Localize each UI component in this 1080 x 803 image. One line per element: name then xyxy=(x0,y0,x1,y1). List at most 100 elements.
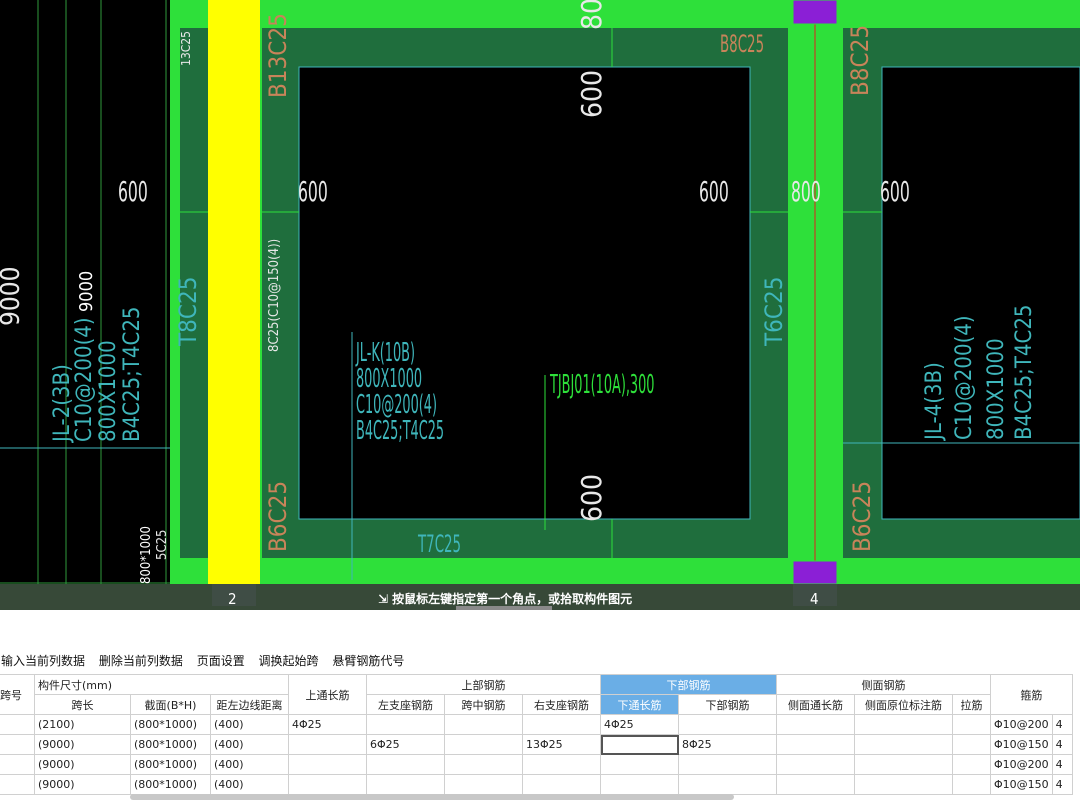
cell-bottom[interactable] xyxy=(678,754,777,775)
cell-top-through[interactable] xyxy=(288,734,367,755)
table-row[interactable]: (2100) (800*1000) (400) 4Φ25 4Φ25 Φ10@20… xyxy=(0,714,1073,735)
cell-span-length[interactable]: (9000) xyxy=(34,754,131,775)
cell-tie[interactable] xyxy=(952,734,991,755)
cell-side-in-situ[interactable] xyxy=(854,754,953,775)
cell-left-support[interactable] xyxy=(366,714,445,735)
cell-side-through[interactable] xyxy=(776,754,855,775)
label-stirrup-8c25: 8C25(C10@150(4)) xyxy=(267,238,282,352)
cell-left-distance[interactable]: (400) xyxy=(210,734,289,755)
header-span-length: 跨长 xyxy=(34,694,131,715)
cell-span-no[interactable] xyxy=(0,754,35,775)
cell-right-support[interactable] xyxy=(522,754,601,775)
cell-span-length[interactable]: (9000) xyxy=(34,774,131,795)
cell-side-in-situ[interactable] xyxy=(854,714,953,735)
cell-stirrup-legs[interactable]: 4 xyxy=(1051,734,1073,755)
cell-bottom[interactable] xyxy=(678,774,777,795)
cell-stirrup[interactable]: Φ10@150 xyxy=(990,774,1053,795)
dim-9000-mid: 9000 xyxy=(76,270,97,312)
beam-annotation-jlk: JL-K(10B) 800X1000 C10@200(4) B4C25;T4C2… xyxy=(356,340,516,444)
header-side-in-situ: 侧面原位标注筋 xyxy=(854,694,953,715)
header-side-through: 侧面通长筋 xyxy=(776,694,855,715)
label-b8c25-top: B8C25 xyxy=(720,30,765,58)
cell-left-distance[interactable]: (400) xyxy=(210,754,289,775)
rebar-table: 跨号 构件尺寸(mm) 上通长筋 上部钢筋 下部钢筋 侧面钢筋 箍筋 跨长 截面… xyxy=(0,674,1073,795)
input-column-button[interactable]: 输入当前列数据 xyxy=(1,654,85,668)
cell-bottom-through[interactable] xyxy=(600,754,679,775)
cell-top-through[interactable] xyxy=(288,774,367,795)
cell-section[interactable]: (800*1000) xyxy=(130,714,211,735)
header-bottom: 下部钢筋 xyxy=(678,694,777,715)
cell-span-no[interactable] xyxy=(0,714,35,735)
cell-side-through[interactable] xyxy=(776,734,855,755)
cell-bottom[interactable]: 8Φ25 xyxy=(678,734,777,755)
cell-left-support[interactable] xyxy=(366,754,445,775)
cell-top-through[interactable] xyxy=(288,754,367,775)
cell-top-through[interactable]: 4Φ25 xyxy=(288,714,367,735)
cell-left-support[interactable]: 6Φ25 xyxy=(366,734,445,755)
label-b6c25-left: B6C25 xyxy=(264,480,292,552)
beam-layout-drawing[interactable] xyxy=(0,0,1080,610)
cell-left-distance[interactable]: (400) xyxy=(210,774,289,795)
horizontal-scrollbar[interactable] xyxy=(130,794,734,800)
label-5c25-bottom: 5C25 xyxy=(155,529,170,561)
cell-bottom-through[interactable]: 4Φ25 xyxy=(600,714,679,735)
label-t8c25: T8C25 xyxy=(174,276,202,346)
dim-800-top: 800 xyxy=(575,0,608,30)
cell-stirrup-legs[interactable]: 4 xyxy=(1051,774,1073,795)
table-row[interactable]: (9000) (800*1000) (400) 6Φ25 13Φ25 8Φ25 … xyxy=(0,734,1073,755)
cell-right-support[interactable] xyxy=(522,714,601,735)
jl4-line-1: JL-4(3B) xyxy=(922,362,947,440)
jl4-line-4: B4C25;T4C25 xyxy=(1012,304,1037,440)
label-b8c25-right: B8C25 xyxy=(846,24,874,96)
page-setup-button[interactable]: 页面设置 xyxy=(197,654,245,668)
cell-left-distance[interactable]: (400) xyxy=(210,714,289,735)
cell-bottom-through[interactable] xyxy=(600,774,679,795)
cell-mid-span[interactable] xyxy=(444,754,523,775)
cell-side-through[interactable] xyxy=(776,774,855,795)
cell-tie[interactable] xyxy=(952,754,991,775)
swap-start-span-button[interactable]: 调换起始跨 xyxy=(259,654,319,668)
cell-span-length[interactable]: (9000) xyxy=(34,734,131,755)
cell-section[interactable]: (800*1000) xyxy=(130,734,211,755)
cantilever-code-button[interactable]: 悬臂钢筋代号 xyxy=(332,654,404,668)
cell-tie[interactable] xyxy=(952,714,991,735)
cell-side-in-situ[interactable] xyxy=(854,734,953,755)
cell-section[interactable]: (800*1000) xyxy=(130,774,211,795)
cell-span-no[interactable] xyxy=(0,774,35,795)
label-t7c25: T7C25 xyxy=(418,530,462,558)
jl2-line-1: JL-2(3B) xyxy=(50,364,75,442)
header-bottom-rebar: 下部钢筋 xyxy=(600,674,777,695)
cell-tie[interactable] xyxy=(952,774,991,795)
cell-stirrup[interactable]: Φ10@200 xyxy=(990,714,1053,735)
cell-section[interactable]: (800*1000) xyxy=(130,754,211,775)
cell-stirrup-legs[interactable]: 4 xyxy=(1051,714,1073,735)
cell-side-in-situ[interactable] xyxy=(854,774,953,795)
header-section: 截面(B*H) xyxy=(130,694,211,715)
cell-bottom-through-selected[interactable] xyxy=(600,734,679,755)
cell-right-support[interactable]: 13Φ25 xyxy=(522,734,601,755)
cell-mid-span[interactable] xyxy=(444,714,523,735)
status-message-text: 按鼠标左键指定第一个角点，或拾取构件图元 xyxy=(392,592,633,606)
jl2-line-3: 800X1000 xyxy=(96,340,121,442)
cell-bottom[interactable] xyxy=(678,714,777,735)
header-mid-span: 跨中钢筋 xyxy=(444,694,523,715)
cad-drawing-canvas[interactable]: 600 600 600 800 600 800 600 600 9000 900… xyxy=(0,0,1080,610)
delete-column-button[interactable]: 删除当前列数据 xyxy=(99,654,183,668)
cell-stirrup[interactable]: Φ10@200 xyxy=(990,754,1053,775)
cell-mid-span[interactable] xyxy=(444,774,523,795)
cell-right-support[interactable] xyxy=(522,774,601,795)
dim-600-bottom-vertical: 600 xyxy=(575,473,608,522)
cell-side-through[interactable] xyxy=(776,714,855,735)
cell-span-length[interactable]: (2100) xyxy=(34,714,131,735)
node-label-2: 2 xyxy=(228,590,237,608)
table-row[interactable]: (9000) (800*1000) (400) Φ10@200 4 xyxy=(0,754,1073,775)
cell-stirrup[interactable]: Φ10@150 xyxy=(990,734,1053,755)
table-row[interactable]: (9000) (800*1000) (400) Φ10@150 4 xyxy=(0,774,1073,795)
cell-left-support[interactable] xyxy=(366,774,445,795)
cell-mid-span[interactable] xyxy=(444,734,523,755)
node-label-4: 4 xyxy=(810,590,819,608)
dim-9000-left: 9000 xyxy=(0,266,26,326)
cell-stirrup-legs[interactable]: 4 xyxy=(1051,754,1073,775)
label-b13c25: B13C25 xyxy=(264,13,292,98)
cell-span-no[interactable] xyxy=(0,734,35,755)
